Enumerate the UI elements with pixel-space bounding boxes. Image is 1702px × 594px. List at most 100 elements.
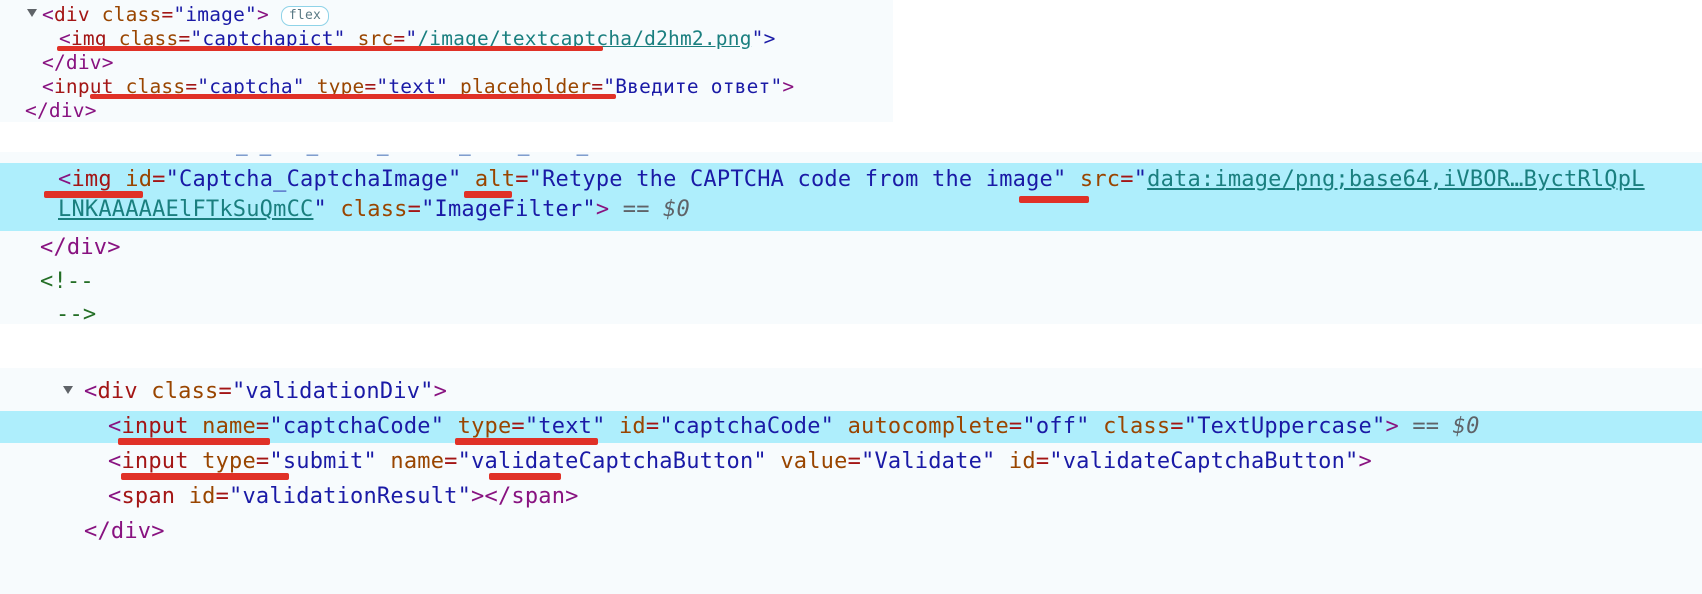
attr-value-textuppercase: "TextUppercase" [1183, 414, 1386, 439]
attr-type: type [457, 414, 512, 439]
annotation-underline-name-attr [118, 438, 270, 445]
annotation-underline-type-attr [455, 438, 598, 445]
attr-value-captcha-image-id: "Captcha_CaptchaImage" [165, 167, 462, 192]
equals: = [847, 449, 862, 474]
angle-bracket-close: > [433, 379, 448, 404]
equals: = [511, 414, 525, 439]
closing-tag-div: </div> [40, 235, 121, 260]
angle-bracket: < [42, 75, 54, 98]
attr-value: value [780, 449, 848, 474]
img-src-base64-link[interactable]: data:image/png;base64,iVBOR…ByctRlQpL [1147, 167, 1644, 192]
equals: = [152, 167, 166, 192]
equals: = [407, 197, 422, 222]
code-line-img-captcha-image[interactable]: <img id="Captcha_CaptchaImage" alt="Rety… [58, 166, 1645, 193]
equals: = [255, 414, 270, 439]
quote-close: " [313, 197, 327, 222]
closing-tag-div-outer: </div> [25, 99, 97, 122]
annotation-underline-img-src [57, 46, 603, 51]
attr-value-image: "image" [173, 3, 257, 26]
code-line-comment-open[interactable]: <!-- [40, 268, 94, 295]
equals: = [1008, 414, 1023, 439]
attr-src: src [1079, 167, 1121, 192]
attr-value-captchacode-id: "captchaCode" [659, 414, 835, 439]
equals: = [1170, 414, 1184, 439]
equals: = [1120, 167, 1134, 192]
selected-node-marker: == $0 [1412, 414, 1480, 439]
attr-id: id [1008, 449, 1036, 474]
equals: = [444, 449, 458, 474]
attr-value-captchacode-name: "captchaCode" [269, 414, 445, 439]
attr-value-validationresult: "validationResult" [229, 484, 472, 509]
code-line-input-captcha-code[interactable]: <input name="captchaCode" type="text" id… [108, 413, 1480, 440]
closing-tag-span: </span> [484, 484, 579, 509]
code-line-close-validation-div: </div> [84, 518, 165, 545]
code-line-comment-close[interactable]: --> [56, 301, 96, 328]
equals: = [161, 3, 174, 26]
tag-name-input: input [121, 414, 189, 439]
equals: = [645, 414, 660, 439]
code-line-span-validation-result[interactable]: <span id="validationResult"></span> [108, 483, 579, 510]
angle-bracket-close: > [1385, 414, 1399, 439]
tag-name-span: span [121, 484, 176, 509]
annotation-underline-input-type [121, 473, 289, 480]
code-line-open-validation-div[interactable]: <div class="validationDiv"> [84, 378, 447, 405]
quote-open: " [1133, 167, 1148, 192]
angle-bracket: < [108, 484, 122, 509]
angle-bracket-close: > [595, 197, 610, 222]
attr-value-alt: "Retype the CAPTCHA code from the image" [528, 167, 1067, 192]
tag-name-div: div [53, 3, 90, 26]
closing-tag-div: </div> [84, 519, 165, 544]
equals: = [255, 449, 270, 474]
attr-type: type [202, 449, 256, 474]
code-line-close-div-captcha: </div> [40, 234, 121, 261]
code-line-open-image-div[interactable]: <div class="image"> flex [42, 3, 329, 27]
annotation-underline-placeholder [90, 94, 616, 99]
selected-node-marker: == $0 [622, 197, 690, 222]
equals: = [515, 167, 529, 192]
attr-name: name [390, 449, 445, 474]
equals: = [1035, 449, 1050, 474]
attr-id: id [618, 414, 646, 439]
attr-value-off: "off" [1022, 414, 1090, 439]
attr-class: class [101, 3, 162, 26]
attr-alt: alt [474, 167, 516, 192]
code-line-img-base64-continued[interactable]: LNKAAAAAElFTkSuQmCC" class="ImageFilter"… [58, 196, 690, 223]
html-comment-open: <!-- [40, 269, 94, 294]
attr-value-text: "text" [524, 414, 606, 439]
attr-value-placeholder: "Введите ответ" [603, 75, 783, 98]
angle-bracket-close: > [256, 3, 269, 26]
html-comment-close: --> [56, 302, 97, 327]
attr-value-validatecaptchabutton-id: "validateCaptchaButton" [1049, 449, 1359, 474]
expander-triangle-validation-div[interactable] [63, 386, 73, 394]
angle-bracket-close: > [471, 484, 485, 509]
code-line-input-submit[interactable]: <input type="submit" name="validateCaptc… [108, 448, 1372, 475]
expander-triangle-image-div[interactable] [27, 9, 37, 17]
annotation-underline-img-id [44, 191, 143, 198]
angle-bracket-close: > [782, 75, 795, 98]
equals: = [218, 379, 232, 404]
closing-tag-div: </div> [42, 51, 114, 74]
attr-value-submit: "submit" [269, 449, 377, 474]
annotation-underline-submit-name [489, 473, 561, 480]
angle-bracket: < [108, 414, 122, 439]
tag-name-div: div [97, 379, 138, 404]
code-line-close-div-inner: </div> [42, 51, 114, 75]
angle-bracket: < [42, 3, 54, 26]
tag-name-img: img [71, 167, 112, 192]
attr-id: id [125, 167, 153, 192]
attr-name: name [202, 414, 256, 439]
img-src-base64-continued[interactable]: LNKAAAAAElFTkSuQmCC [58, 197, 313, 222]
attr-value-validate: "Validate" [861, 449, 996, 474]
quote-close-gt: "> [751, 27, 776, 50]
attr-id: id [188, 484, 216, 509]
angle-bracket: < [58, 167, 72, 192]
flex-badge[interactable]: flex [280, 6, 329, 26]
angle-bracket: < [84, 379, 98, 404]
attr-class: class [340, 197, 408, 222]
attr-class: class [1103, 414, 1171, 439]
attr-value-validationdiv: "validationDiv" [231, 379, 434, 404]
annotation-underline-alt [464, 191, 512, 198]
tag-name-input: input [121, 449, 189, 474]
code-line-close-div-outer: </div> [25, 99, 97, 123]
attr-value-validatecaptchabutton-name: "validateCaptchaButton" [457, 449, 767, 474]
